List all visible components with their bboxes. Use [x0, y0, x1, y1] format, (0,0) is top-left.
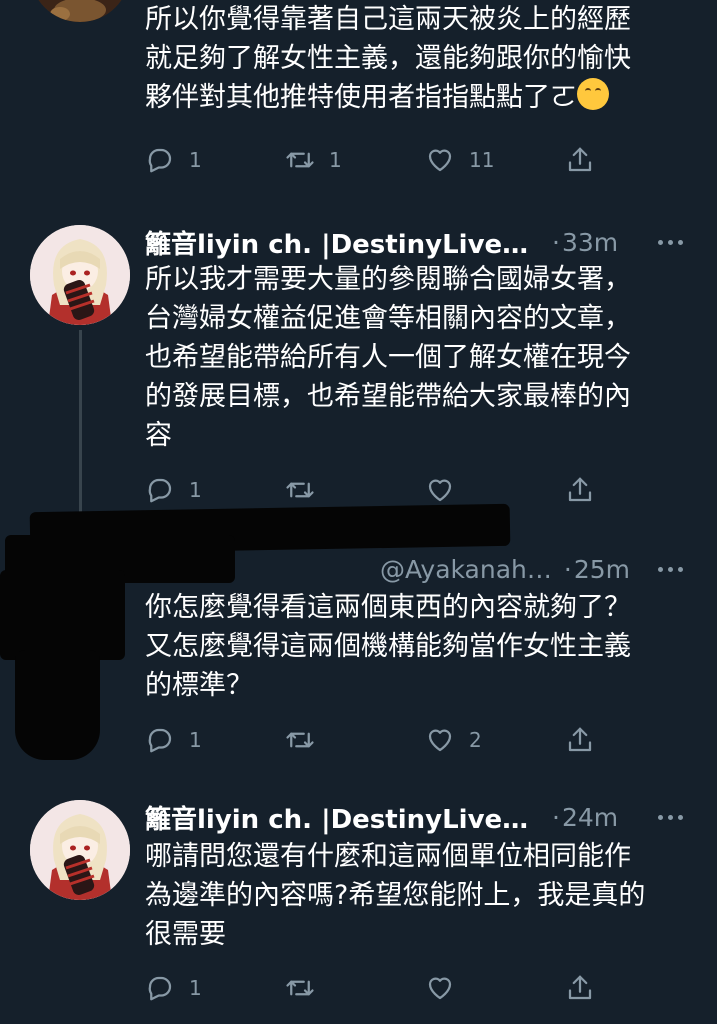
retweet-icon: [286, 152, 314, 168]
retweet-count: 1: [329, 148, 342, 172]
like-button[interactable]: 2: [425, 720, 482, 760]
separator-dot: ·: [552, 802, 560, 832]
reply-icon: [148, 478, 172, 503]
tweet-text-line: 你怎麼覺得看這兩個東西的內容就夠了？: [145, 592, 631, 623]
reply-button[interactable]: 1: [145, 720, 202, 760]
reply-count: 1: [189, 728, 202, 752]
tweet-text-line: 為邊準的內容嗎?希望您能附上，我是真的: [145, 880, 646, 911]
share-icon: [568, 147, 592, 172]
tweet-4[interactable]: 籬音liyin ch. |DestinyLive所… · 24m 哪請問您還有什…: [0, 800, 717, 1024]
display-name[interactable]: 籬音liyin ch. |DestinyLive所…: [145, 799, 540, 836]
timestamp[interactable]: 25m: [574, 555, 630, 584]
tweet-text-line: 很需要: [145, 919, 226, 950]
tweet-actions: 1: [145, 470, 615, 510]
reply-count: 1: [189, 976, 202, 1000]
tweet-header: 籬音liyin ch. |DestinyLive所… · 24m: [145, 799, 689, 836]
like-count: 2: [469, 728, 482, 752]
reply-icon: [148, 976, 172, 1001]
tweet-text-line: 又怎麼覺得這兩個機構能夠當作女性主義: [145, 631, 631, 662]
retweet-button[interactable]: [285, 470, 315, 510]
tweet-text-line: 所以你覺得靠著自己這兩天被炎上的經歷: [145, 4, 631, 35]
twitter-thread: 所以你覺得靠著自己這兩天被炎上的經歷 就足夠了解女性主義，還能夠跟你的愉快 夥伴…: [0, 0, 717, 1024]
redaction-mark: [0, 570, 125, 660]
separator-dot: ·: [563, 554, 572, 584]
heart-icon: [428, 479, 452, 502]
retweet-icon: [286, 482, 314, 498]
hugging-face-emoji-icon: [577, 78, 609, 110]
tweet-text: 所以你覺得靠著自己這兩天被炎上的經歷 就足夠了解女性主義，還能夠跟你的愉快 夥伴…: [145, 0, 690, 117]
timestamp[interactable]: 33m: [562, 228, 618, 257]
more-icon[interactable]: [658, 566, 689, 572]
avatar[interactable]: [30, 225, 130, 325]
tweet-text: 哪請問您還有什麼和這兩個單位相同能作 為邊準的內容嗎?希望您能附上，我是真的 很…: [145, 837, 690, 954]
avatar[interactable]: [30, 800, 130, 900]
retweet-button[interactable]: [285, 968, 315, 1008]
tweet-header: 籬音liyin ch. |DestinyLive所… · 33m: [145, 224, 689, 261]
reply-count: 1: [189, 148, 202, 172]
tweet-1[interactable]: 所以你覺得靠著自己這兩天被炎上的經歷 就足夠了解女性主義，還能夠跟你的愉快 夥伴…: [0, 0, 717, 195]
tweet-actions: 1: [145, 968, 615, 1008]
tweet-text-line-content: 夥伴對其他推特使用者指指點點了ㄛ: [145, 82, 577, 113]
like-count: 11: [469, 148, 495, 172]
tweet-actions: 1 1 11: [145, 140, 615, 180]
separator-dot: ·: [552, 227, 560, 257]
display-name[interactable]: 籬音liyin ch. |DestinyLive所…: [145, 224, 540, 261]
reply-button[interactable]: 1: [145, 968, 202, 1008]
reply-icon: [148, 728, 172, 753]
heart-icon: [428, 729, 452, 752]
tweet-actions: 1 2: [145, 720, 615, 760]
share-icon: [568, 727, 592, 752]
thread-connector: [79, 330, 82, 525]
tweet-text: 所以我才需要大量的參閱聯合國婦女署， 台灣婦女權益促進會等相關內容的文章， 也希…: [145, 260, 690, 455]
like-button[interactable]: 11: [425, 140, 494, 180]
like-button[interactable]: [425, 968, 455, 1008]
timestamp[interactable]: 24m: [562, 803, 618, 832]
tweet-2[interactable]: 籬音liyin ch. |DestinyLive所… · 33m 所以我才需要大…: [0, 225, 717, 525]
retweet-button[interactable]: [285, 720, 315, 760]
share-button[interactable]: [565, 968, 595, 1008]
reply-button[interactable]: 1: [145, 140, 202, 180]
tweet-text-line: 容: [145, 420, 172, 451]
tweet-text-line: 夥伴對其他推特使用者指指點點了ㄛ: [145, 78, 690, 117]
tweet-text-line: 所以我才需要大量的參閱聯合國婦女署，: [145, 264, 631, 295]
share-button[interactable]: [565, 720, 595, 760]
heart-icon: [428, 977, 452, 1000]
share-icon: [568, 975, 592, 1000]
tweet-text-line: 台灣婦女權益促進會等相關內容的文章，: [145, 303, 631, 334]
redaction-mark: [15, 650, 100, 760]
share-icon: [568, 477, 592, 502]
tweet-text-line: 就足夠了解女性主義，還能夠跟你的愉快: [145, 43, 631, 74]
share-button[interactable]: [565, 470, 595, 510]
reply-count: 1: [189, 478, 202, 502]
tweet-text-line: 的標準？: [145, 670, 253, 701]
tweet-text-line: 也希望能帶給所有人一個了解女權在現今: [145, 342, 631, 373]
user-handle[interactable]: @Ayakanah…: [380, 555, 552, 584]
more-icon[interactable]: [658, 239, 689, 245]
more-icon[interactable]: [658, 814, 689, 820]
heart-icon: [428, 149, 452, 172]
retweet-icon: [286, 980, 314, 996]
tweet-text-line: 的發展目標，也希望能帶給大家最棒的內: [145, 381, 631, 412]
tweet-text-line: 哪請問您還有什麼和這兩個單位相同能作: [145, 841, 631, 872]
reply-icon: [148, 148, 172, 173]
share-button[interactable]: [565, 140, 595, 180]
tweet-text: 你怎麼覺得看這兩個東西的內容就夠了？ 又怎麼覺得這兩個機構能夠當作女性主義 的標…: [145, 588, 690, 705]
retweet-button[interactable]: 1: [285, 140, 342, 180]
retweet-icon: [286, 732, 314, 748]
reply-button[interactable]: 1: [145, 470, 202, 510]
avatar[interactable]: [30, 0, 130, 22]
